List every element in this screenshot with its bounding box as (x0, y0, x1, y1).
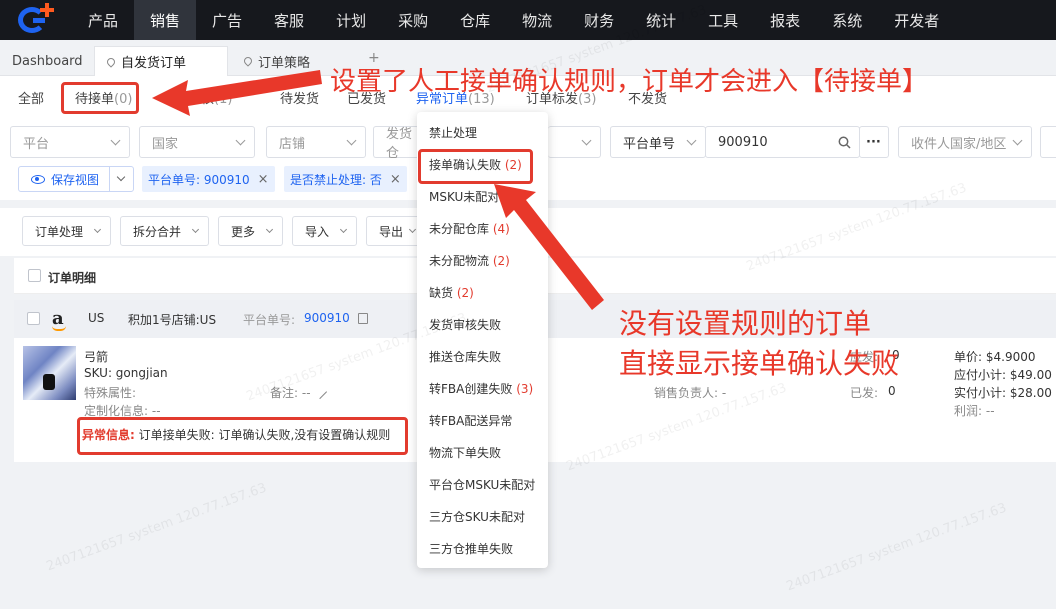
annotation-mid-line1: 没有设置规则的订单 (619, 307, 872, 340)
arrow-left-icon (152, 70, 322, 116)
annotation-mid-line2: 直接显示接单确认失败 (619, 347, 900, 380)
arrow-up-left-icon (494, 184, 604, 310)
annotation-top: 设置了人工接单确认规则，订单才会进入【待接单】 (330, 67, 929, 97)
